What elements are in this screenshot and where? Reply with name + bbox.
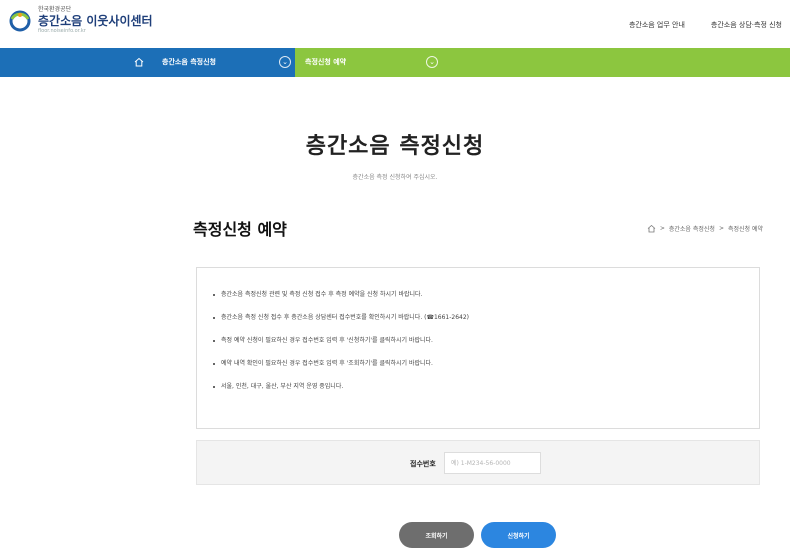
location-current-label[interactable]: 층간소음 측정신청 bbox=[162, 57, 216, 67]
notice-item: 예약 내역 확인이 필요하신 경우 접수번호 입력 후 '조회하기'를 클릭하시… bbox=[213, 359, 743, 382]
site-header: 한국환경공단 층간소음 이웃사이센터 floor.noiseinfo.or.kr… bbox=[0, 0, 790, 48]
home-icon[interactable] bbox=[647, 224, 656, 233]
receipt-number-input[interactable] bbox=[444, 452, 541, 474]
notice-list: 층간소음 측정신청 관련 및 측정 신청 접수 후 측정 예약을 신청 하시기 … bbox=[213, 290, 743, 405]
location-secondary: 측정신청 예약 ⌄ bbox=[295, 48, 790, 77]
logo-icon bbox=[9, 10, 31, 31]
location-bar: 층간소음 측정신청 ⌄ 측정신청 예약 ⌄ bbox=[0, 48, 790, 77]
location-sub-label[interactable]: 측정신청 예약 bbox=[305, 57, 346, 67]
chevron-down-icon[interactable]: ⌄ bbox=[279, 56, 291, 68]
breadcrumb-separator: > bbox=[659, 225, 665, 232]
notice-item: 층간소음 측정 신청 접수 후 층간소음 상담센터 접수번호를 확인하시기 바랍… bbox=[213, 313, 743, 336]
apply-button[interactable]: 신청하기 bbox=[481, 522, 556, 548]
page-subtitle: 층간소음 측정 신청하여 주십시오. bbox=[352, 174, 438, 181]
breadcrumb-separator: > bbox=[718, 225, 724, 232]
logo-org-name: 한국환경공단 bbox=[38, 6, 72, 13]
inquiry-button[interactable]: 조회하기 bbox=[399, 522, 474, 548]
site-logo[interactable]: 한국환경공단 층간소음 이웃사이센터 floor.noiseinfo.or.kr bbox=[8, 6, 153, 35]
logo-url: floor.noiseinfo.or.kr bbox=[38, 28, 86, 34]
notice-item: 층간소음 측정신청 관련 및 측정 신청 접수 후 측정 예약을 신청 하시기 … bbox=[213, 290, 743, 313]
receipt-number-label: 접수번호 bbox=[410, 460, 436, 468]
location-primary: 층간소음 측정신청 ⌄ bbox=[0, 48, 295, 77]
search-panel: 접수번호 bbox=[196, 440, 760, 485]
logo-site-title: 층간소음 이웃사이센터 bbox=[38, 14, 153, 28]
breadcrumb: > 층간소음 측정신청 > 측정신청 예약 bbox=[647, 224, 763, 233]
notice-item: 서울, 인천, 대구, 울산, 부산 지역 운영 중입니다. bbox=[213, 382, 743, 405]
page-title: 층간소음 측정신청 bbox=[305, 134, 485, 159]
breadcrumb-item[interactable]: 측정신청 예약 bbox=[728, 224, 763, 233]
nav-link-apply[interactable]: 층간소음 상담·측정 신청 bbox=[711, 20, 782, 30]
top-nav: 층간소음 업무 안내 층간소음 상담·측정 신청 bbox=[629, 20, 782, 30]
nav-link-guide[interactable]: 층간소음 업무 안내 bbox=[629, 20, 685, 30]
breadcrumb-item[interactable]: 층간소음 측정신청 bbox=[669, 224, 715, 233]
notice-item: 측정 예약 신청이 필요하신 경우 접수번호 입력 후 '신청하기'를 클릭하시… bbox=[213, 336, 743, 359]
section-title: 측정신청 예약 bbox=[193, 220, 287, 239]
notice-box: 층간소음 측정신청 관련 및 측정 신청 접수 후 측정 예약을 신청 하시기 … bbox=[196, 267, 760, 429]
home-icon[interactable] bbox=[133, 56, 145, 68]
chevron-down-icon[interactable]: ⌄ bbox=[426, 56, 438, 68]
